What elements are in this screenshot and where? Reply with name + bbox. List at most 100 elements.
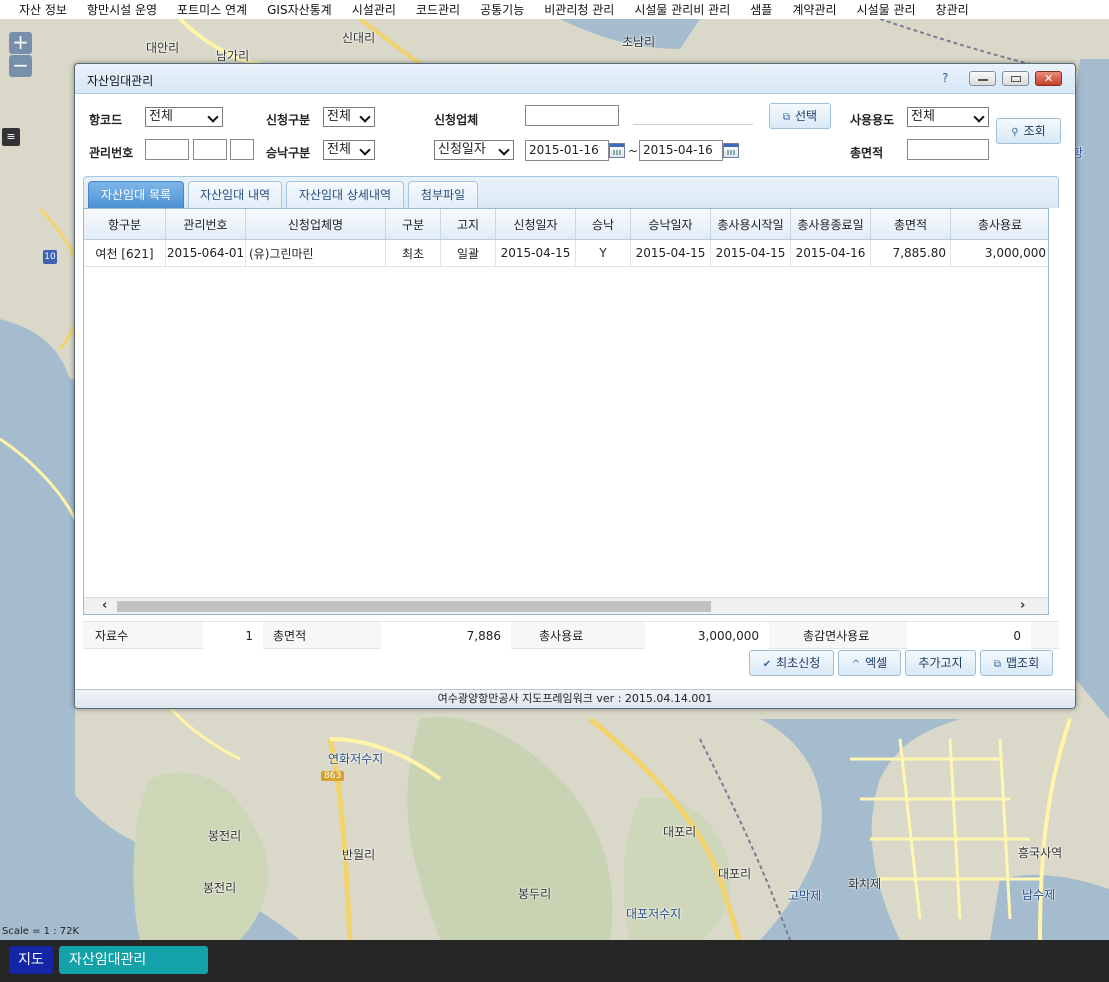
menu-item-common[interactable]: 공통기능 xyxy=(480,1,524,18)
chevron-up-icon: ^ xyxy=(851,659,861,670)
first-request-button[interactable]: ✔ 최초신청 xyxy=(749,650,834,676)
cell-start-date: 2015-04-15 xyxy=(711,240,791,266)
taskbar-map-button[interactable]: 지도 xyxy=(9,946,53,974)
map-label: 봉두리 xyxy=(518,887,552,901)
select-button-label: 선택 xyxy=(795,109,818,123)
menu-item-gis-stats[interactable]: GIS자산통계 xyxy=(267,1,332,18)
column-header[interactable]: 신청업체명 xyxy=(246,209,386,239)
menu-item-facility-fee[interactable]: 시설물 관리비 관리 xyxy=(634,1,730,18)
menu-item-sample[interactable]: 샘플 xyxy=(750,1,772,18)
scroll-left-icon[interactable]: ‹ xyxy=(102,598,107,614)
date-type-select[interactable]: 신청일자 xyxy=(434,140,514,160)
total-area-input[interactable] xyxy=(907,139,989,160)
reduced-fee-label: 총감면사용료 xyxy=(803,629,870,643)
minimize-button[interactable] xyxy=(969,71,996,86)
map-search-label: 맵조회 xyxy=(1006,656,1040,670)
asset-lease-window: 자산임대관리 ? ✕ 항코드 전체 신청구분 전체 신청업체 ⧉ 선택 사용용도 … xyxy=(74,63,1076,709)
menu-item-port-facility[interactable]: 항만시설 운영 xyxy=(87,1,157,18)
menu-item-facility[interactable]: 시설물 관리 xyxy=(857,1,916,18)
company-input[interactable] xyxy=(525,105,619,126)
column-header[interactable]: 총사용료 xyxy=(951,209,1048,239)
route-shield: 10 xyxy=(43,250,57,264)
popup-icon: ⧉ xyxy=(782,112,791,123)
map-label: 봉전리 xyxy=(203,881,237,895)
scroll-right-icon[interactable]: › xyxy=(1020,598,1025,614)
calendar-icon[interactable] xyxy=(723,143,739,158)
column-header[interactable]: 구분 xyxy=(386,209,441,239)
usage-select[interactable]: 전체 xyxy=(907,107,989,127)
taskbar-window-button[interactable]: 자산임대관리 xyxy=(59,946,208,974)
map-label: 대포저수지 xyxy=(626,907,682,921)
select-button[interactable]: ⧉ 선택 xyxy=(769,103,831,129)
mgmt-no-input-3[interactable] xyxy=(230,139,254,160)
column-header[interactable]: 총사용종료일 xyxy=(791,209,871,239)
window-title: 자산임대관리 xyxy=(87,74,154,88)
column-header[interactable]: 총사용시작일 xyxy=(711,209,791,239)
map-label: 봉전리 xyxy=(208,829,242,843)
search-button[interactable]: ⚲ 조회 xyxy=(996,118,1061,144)
map-label: 반월리 xyxy=(342,848,376,862)
map-label: 대안리 xyxy=(146,41,180,55)
mgmt-no-label: 관리번호 xyxy=(89,146,134,160)
mgmt-no-input-2[interactable] xyxy=(193,139,227,160)
zoom-out-button[interactable]: − xyxy=(9,55,32,77)
date-from-input[interactable]: 2015-01-16 xyxy=(525,140,609,161)
total-area-label: 총면적 xyxy=(850,146,884,160)
menu-item-portmis[interactable]: 포트미스 연계 xyxy=(177,1,247,18)
column-header[interactable]: 승낙일자 xyxy=(631,209,711,239)
layers-icon[interactable]: ≡ xyxy=(2,128,20,146)
cell-area: 7,885.80 xyxy=(871,240,951,266)
first-request-label: 최초신청 xyxy=(776,656,821,670)
column-header[interactable]: 신청일자 xyxy=(496,209,576,239)
date-to-input[interactable]: 2015-04-16 xyxy=(639,140,723,161)
road-badge: 863 xyxy=(321,771,345,781)
add-notice-button[interactable]: 추가고지 xyxy=(905,650,976,676)
map-label: 초남리 xyxy=(622,35,656,49)
zoom-in-button[interactable]: + xyxy=(9,32,32,54)
tab-strip: 자산임대 목록 자산임대 내역 자산임대 상세내역 첨부파일 xyxy=(83,176,1059,209)
cell-end-date: 2015-04-16 xyxy=(791,240,871,266)
close-button[interactable]: ✕ xyxy=(1035,71,1062,86)
reduced-fee-value: 0 xyxy=(907,622,1031,650)
request-type-select[interactable]: 전체 xyxy=(323,107,375,127)
mgmt-no-input-1[interactable] xyxy=(145,139,189,160)
menu-item-window[interactable]: 창관리 xyxy=(936,1,969,18)
map-search-button[interactable]: ⧉ 맵조회 xyxy=(980,650,1053,676)
top-menu-bar: 자산 정보 항만시설 운영 포트미스 연계 GIS자산통계 시설관리 코드관리 … xyxy=(0,0,1109,19)
menu-item-asset-info[interactable]: 자산 정보 xyxy=(19,1,67,18)
column-header[interactable]: 항구분 xyxy=(84,209,166,239)
menu-item-contract[interactable]: 계약관리 xyxy=(792,1,836,18)
tab-lease-list[interactable]: 자산임대 목록 xyxy=(88,181,184,209)
cell-approval-date: 2015-04-15 xyxy=(631,240,711,266)
map-label: 남수제 xyxy=(1022,888,1056,902)
map-label: 남가리 xyxy=(216,49,250,63)
menu-item-non-admin[interactable]: 비관리청 관리 xyxy=(544,1,614,18)
port-code-select[interactable]: 전체 xyxy=(145,107,223,127)
column-header[interactable]: 관리번호 xyxy=(166,209,246,239)
approval-type-select[interactable]: 전체 xyxy=(323,140,375,160)
column-header[interactable]: 승낙 xyxy=(576,209,631,239)
search-icon: ⚲ xyxy=(1011,127,1019,138)
menu-item-code-mgmt[interactable]: 코드관리 xyxy=(416,1,460,18)
tab-lease-history[interactable]: 자산임대 내역 xyxy=(188,181,282,209)
external-link-icon: ⧉ xyxy=(993,659,1001,670)
cell-request-date: 2015-04-15 xyxy=(496,240,576,266)
calendar-icon[interactable] xyxy=(609,143,625,158)
window-title-bar[interactable]: 자산임대관리 ? ✕ xyxy=(75,64,1075,94)
column-header[interactable]: 고지 xyxy=(441,209,496,239)
table-row[interactable]: 여천 [621] 2015-064-01 (유)그린마린 최초 일괄 2015-… xyxy=(84,240,1048,267)
search-button-label: 조회 xyxy=(1023,124,1046,138)
menu-item-facility-mgmt[interactable]: 시설관리 xyxy=(352,1,396,18)
column-header[interactable]: 총면적 xyxy=(871,209,951,239)
fee-sum-value: 3,000,000 xyxy=(645,622,769,650)
excel-button[interactable]: ^ 엑셀 xyxy=(838,650,901,676)
map-label: 대포리 xyxy=(663,825,697,839)
maximize-button[interactable] xyxy=(1002,71,1029,86)
tab-attachments[interactable]: 첨부파일 xyxy=(408,181,478,209)
scrollbar-thumb[interactable] xyxy=(117,601,711,612)
horizontal-scrollbar[interactable]: ‹ › xyxy=(84,597,1048,614)
count-label: 자료수 xyxy=(95,629,129,643)
help-icon[interactable]: ? xyxy=(942,71,948,85)
map-scale: Scale = 1 : 72K xyxy=(2,926,80,937)
tab-lease-detail[interactable]: 자산임대 상세내역 xyxy=(286,181,404,209)
